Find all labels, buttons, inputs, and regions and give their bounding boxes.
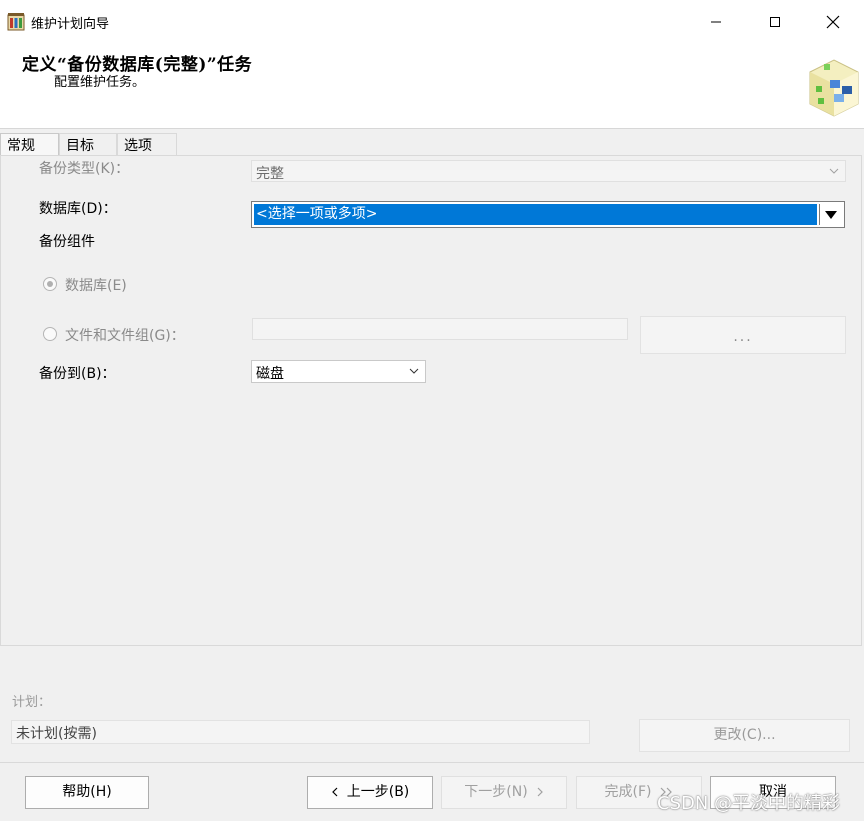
tab-general[interactable]: 常规 (0, 133, 59, 156)
files-filegroups-input[interactable] (252, 318, 628, 340)
title-bar: 维护计划向导 (0, 0, 864, 44)
database-combo[interactable]: <选择一项或多项> (251, 201, 845, 228)
database-dropdown-button[interactable] (819, 204, 842, 225)
schedule-value: 未计划(按需) (11, 720, 590, 744)
chevron-down-icon (829, 168, 839, 174)
next-button-label: 下一步(N) (464, 784, 528, 800)
database-label: 数据库(D)： (39, 201, 117, 217)
maximize-icon (770, 17, 780, 27)
tab-target[interactable]: 目标 (59, 133, 117, 155)
radio-database-label: 数据库(E) (65, 278, 127, 294)
chevron-down-icon (409, 368, 419, 374)
next-button[interactable]: 下一步(N) (441, 776, 567, 809)
close-button[interactable] (810, 0, 856, 44)
backup-type-value: 完整 (256, 166, 284, 182)
previous-button[interactable]: 上一步(B) (307, 776, 433, 809)
help-button-label: 帮助(H) (62, 784, 112, 800)
tab-options[interactable]: 选项 (117, 133, 177, 155)
page-subtitle: 配置维护任务。 (54, 75, 146, 90)
change-schedule-button[interactable]: 更改(C)... (639, 719, 850, 752)
wizard-illustration-icon (804, 54, 862, 118)
backup-component-label: 备份组件 (39, 234, 95, 250)
backup-to-label: 备份到(B)： (39, 366, 116, 382)
radio-files-label: 文件和文件组(G)： (65, 328, 185, 344)
minimize-button[interactable] (693, 0, 739, 44)
backup-to-combo[interactable]: 磁盘 (251, 360, 426, 383)
chevron-right-icon (537, 787, 543, 797)
tab-strip: 常规 目标 选项 (0, 133, 864, 156)
radio-database[interactable] (43, 277, 57, 291)
window-title: 维护计划向导 (31, 17, 110, 32)
wizard-header: 定义“备份数据库(完整)”任务 配置维护任务。 (0, 44, 864, 129)
backup-type-label: 备份类型(K)： (39, 161, 130, 177)
previous-button-label: 上一步(B) (346, 784, 410, 800)
database-value: <选择一项或多项> (254, 204, 817, 225)
backup-to-value: 磁盘 (256, 366, 284, 382)
general-tab-panel (0, 155, 862, 646)
finish-button-label: 完成(F) (604, 784, 652, 800)
maximize-button[interactable] (752, 0, 798, 44)
schedule-label: 计划： (12, 695, 52, 708)
close-icon (826, 15, 840, 29)
chevron-left-icon (331, 787, 338, 797)
help-button[interactable]: 帮助(H) (25, 776, 149, 809)
minimize-icon (711, 21, 721, 23)
watermark: CSDN @平淡中的精彩 (657, 793, 841, 814)
browse-files-button[interactable]: ... (640, 316, 846, 354)
radio-files-filegroups[interactable] (43, 327, 57, 341)
backup-type-combo[interactable]: 完整 (251, 160, 846, 182)
maintenance-wizard-icon (6, 12, 26, 32)
dropdown-arrow-icon (825, 210, 837, 219)
